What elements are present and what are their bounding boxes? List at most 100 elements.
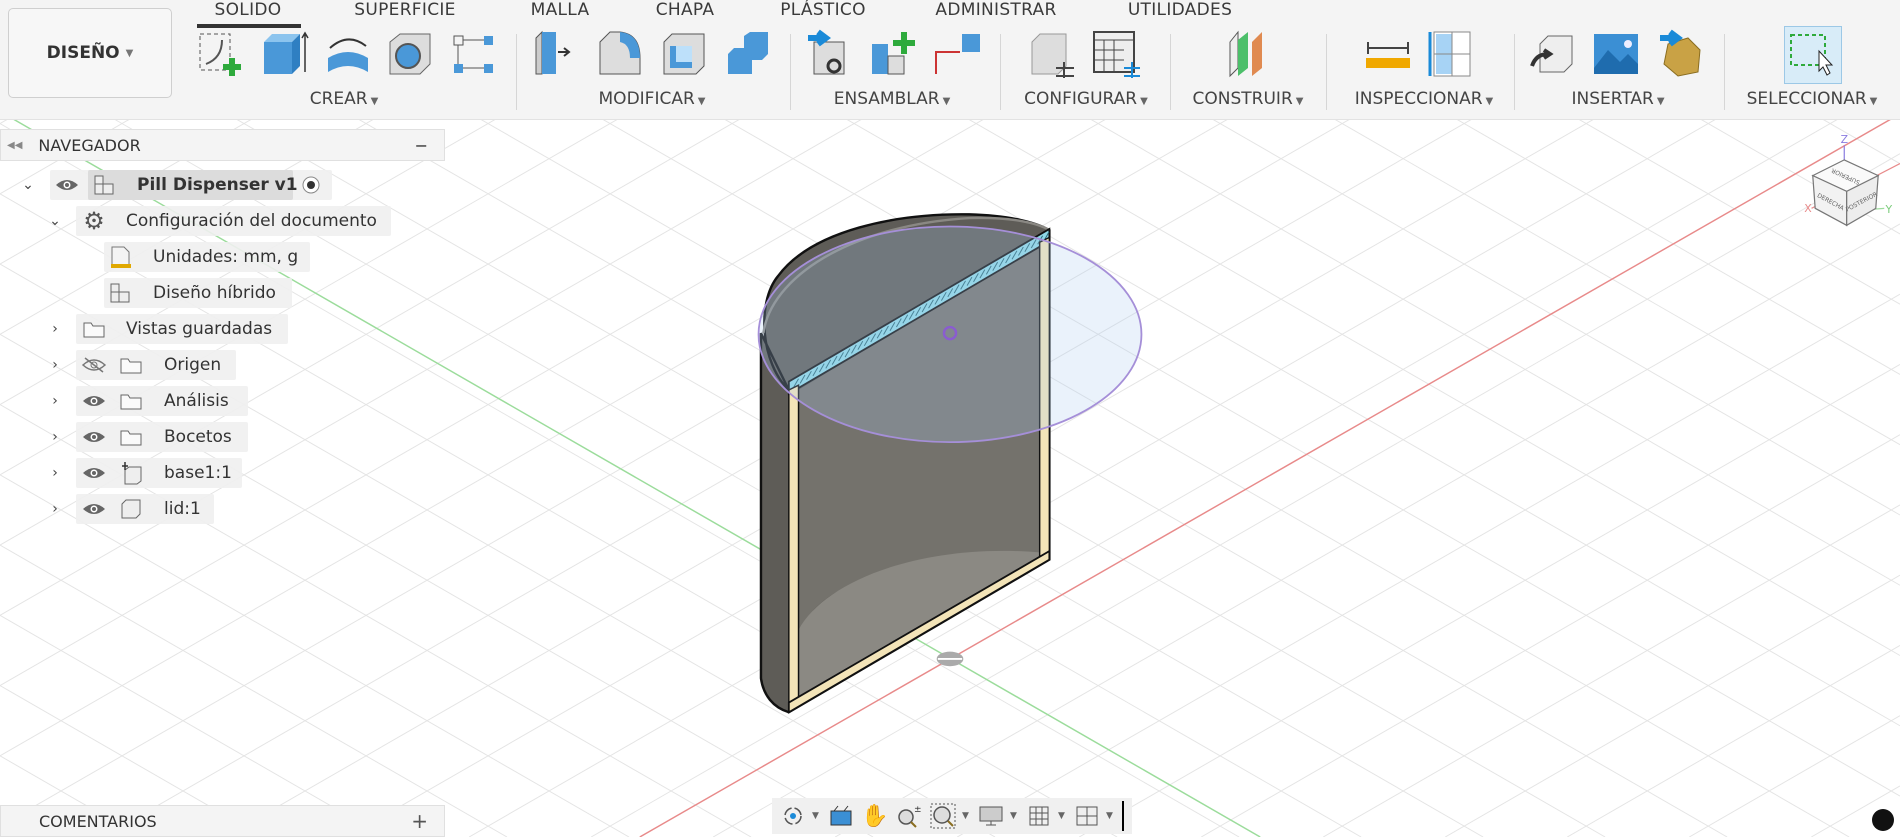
revolve-icon[interactable] (322, 28, 374, 80)
chevron-down-icon: ▼ (942, 96, 951, 107)
tree-item-root[interactable]: ⌄ Pill Dispenser v1 (0, 170, 445, 200)
section-analysis-icon[interactable] (1426, 28, 1478, 80)
text-cursor (1122, 801, 1124, 831)
group-seleccionar[interactable]: SELECCIONAR ▼ (1747, 89, 1878, 109)
insert-derive-icon[interactable] (1526, 28, 1578, 80)
zoom-icon[interactable]: ± (894, 801, 924, 831)
tree-item-sketches[interactable]: › Bocetos (0, 422, 445, 452)
chevron-down-icon[interactable]: ▼ (1010, 811, 1020, 821)
look-at-icon[interactable] (826, 801, 856, 831)
3d-viewport[interactable]: SUPERIOR DERECHA POSTERIOR X Y Z (0, 0, 1900, 837)
chevron-down-icon[interactable]: ⌄ (18, 177, 38, 193)
group-separator (790, 34, 791, 110)
tab-administrar[interactable]: ADMINISTRAR (935, 0, 1056, 20)
tree-item-units[interactable]: Unidades: mm, g (0, 242, 445, 272)
tree-item-saved-views[interactable]: › Vistas guardadas (0, 314, 445, 344)
pan-hand-icon[interactable]: ✋ (860, 801, 890, 831)
ribbon-toolbar: DISEÑO ▼ SOLIDO SUPERFICIE MALLA CHAPA PL… (0, 0, 1900, 120)
group-inspeccionar[interactable]: INSPECCIONAR ▼ (1355, 89, 1494, 109)
pattern-icon[interactable] (448, 28, 500, 80)
chevron-down-icon[interactable]: ▼ (1058, 811, 1068, 821)
tree-item-base[interactable]: › base1:1 (0, 458, 445, 488)
combine-icon[interactable] (722, 28, 774, 80)
tree-item-lid[interactable]: › lid:1 (0, 494, 445, 524)
display-settings-icon[interactable] (976, 801, 1006, 831)
tab-malla[interactable]: MALLA (531, 0, 590, 20)
navigator-header: ◀◀ NAVEGADOR − (0, 129, 445, 161)
chevron-right-icon[interactable]: › (45, 321, 65, 337)
tab-utilidades[interactable]: UTILIDADES (1128, 0, 1232, 20)
insert-canvas-icon[interactable] (1590, 28, 1642, 80)
group-crear[interactable]: CREAR ▼ (310, 89, 379, 109)
sketch-circle[interactable] (757, 225, 1143, 444)
eye-icon[interactable] (53, 171, 81, 199)
group-insertar[interactable]: INSERTAR ▼ (1571, 89, 1664, 109)
eye-icon[interactable] (80, 423, 108, 451)
chevron-right-icon[interactable]: › (45, 501, 65, 517)
fillet-icon[interactable] (594, 28, 646, 80)
chevron-right-icon[interactable]: › (45, 429, 65, 445)
svg-text:±: ± (914, 805, 922, 815)
press-pull-icon[interactable] (530, 28, 582, 80)
parameters-icon[interactable] (1026, 28, 1078, 80)
insert-mesh-icon[interactable] (1654, 28, 1706, 80)
minimize-icon[interactable]: − (415, 136, 428, 155)
measure-icon[interactable] (1362, 28, 1414, 80)
group-modificar[interactable]: MODIFICAR ▼ (599, 89, 706, 109)
shell-icon[interactable] (658, 28, 710, 80)
tree-item-analysis[interactable]: › Análisis (0, 386, 445, 416)
tree-item-label: Bocetos (164, 427, 232, 447)
configurations-table-icon[interactable] (1090, 28, 1142, 80)
joint-icon[interactable] (804, 28, 856, 80)
chevron-down-icon[interactable]: ▼ (962, 811, 972, 821)
collapse-panel-icon[interactable]: ◀◀ (7, 140, 22, 151)
group-separator (516, 34, 517, 110)
eye-icon[interactable] (80, 495, 108, 523)
section-left-face (788, 384, 800, 710)
grid-line (395, 0, 1850, 837)
chevron-right-icon[interactable]: › (45, 357, 65, 373)
tab-chapa[interactable]: CHAPA (656, 0, 715, 20)
create-sketch-icon[interactable] (196, 28, 248, 80)
add-comment-icon[interactable]: + (411, 809, 428, 833)
select-icon[interactable] (1784, 26, 1842, 84)
grid-settings-icon[interactable] (1024, 801, 1054, 831)
group-construir[interactable]: CONSTRUIR ▼ (1193, 89, 1304, 109)
tree-item-origin[interactable]: › Origen (0, 350, 445, 380)
active-radio-icon[interactable] (297, 171, 325, 199)
eye-icon[interactable] (80, 459, 108, 487)
viewports-icon[interactable] (1072, 801, 1102, 831)
new-component-icon[interactable] (868, 28, 920, 80)
chevron-down-icon: ▼ (1485, 96, 1494, 107)
tab-solido[interactable]: SOLIDO (215, 0, 282, 20)
viewcube-y-label: Y (1884, 203, 1892, 216)
eye-hidden-icon[interactable] (80, 351, 108, 379)
chevron-right-icon[interactable]: › (45, 465, 65, 481)
chevron-right-icon[interactable]: › (45, 393, 65, 409)
chevron-down-icon[interactable]: ▼ (1106, 811, 1116, 821)
comments-title: COMENTARIOS (39, 811, 157, 831)
orbit-icon[interactable] (778, 801, 808, 831)
drive-joints-icon[interactable] (932, 28, 984, 80)
workspace-switcher-button[interactable]: DISEÑO ▼ (8, 8, 172, 98)
tab-plastico[interactable]: PLÁSTICO (780, 0, 866, 20)
tree-item-document-settings[interactable]: ⌄ ⚙ Configuración del documento (0, 206, 445, 236)
comments-panel-header[interactable]: COMENTARIOS + (0, 805, 445, 837)
view-cube[interactable]: SUPERIOR DERECHA POSTERIOR X Y Z (1804, 133, 1900, 227)
status-indicator-icon[interactable] (1872, 809, 1894, 831)
hole-icon[interactable] (384, 28, 436, 80)
chevron-down-icon[interactable]: ⌄ (45, 213, 65, 229)
navigation-bar: ▼ ✋ ± ▼ ▼ ▼ ▼ (772, 798, 1132, 834)
tree-item-hybrid-design[interactable]: Diseño híbrido (0, 278, 445, 308)
group-ensamblar[interactable]: ENSAMBLAR ▼ (834, 89, 951, 109)
construct-plane-icon[interactable] (1222, 28, 1274, 80)
fit-window-icon[interactable] (928, 801, 958, 831)
eye-icon[interactable] (80, 387, 108, 415)
tab-superficie[interactable]: SUPERFICIE (354, 0, 455, 20)
component-icon (90, 171, 118, 199)
extrude-icon[interactable] (258, 28, 310, 80)
chevron-down-icon[interactable]: ▼ (812, 811, 822, 821)
group-configurar[interactable]: CONFIGURAR ▼ (1024, 89, 1148, 109)
group-label: CONFIGURAR (1024, 89, 1138, 109)
chevron-down-icon: ▼ (1869, 96, 1878, 107)
